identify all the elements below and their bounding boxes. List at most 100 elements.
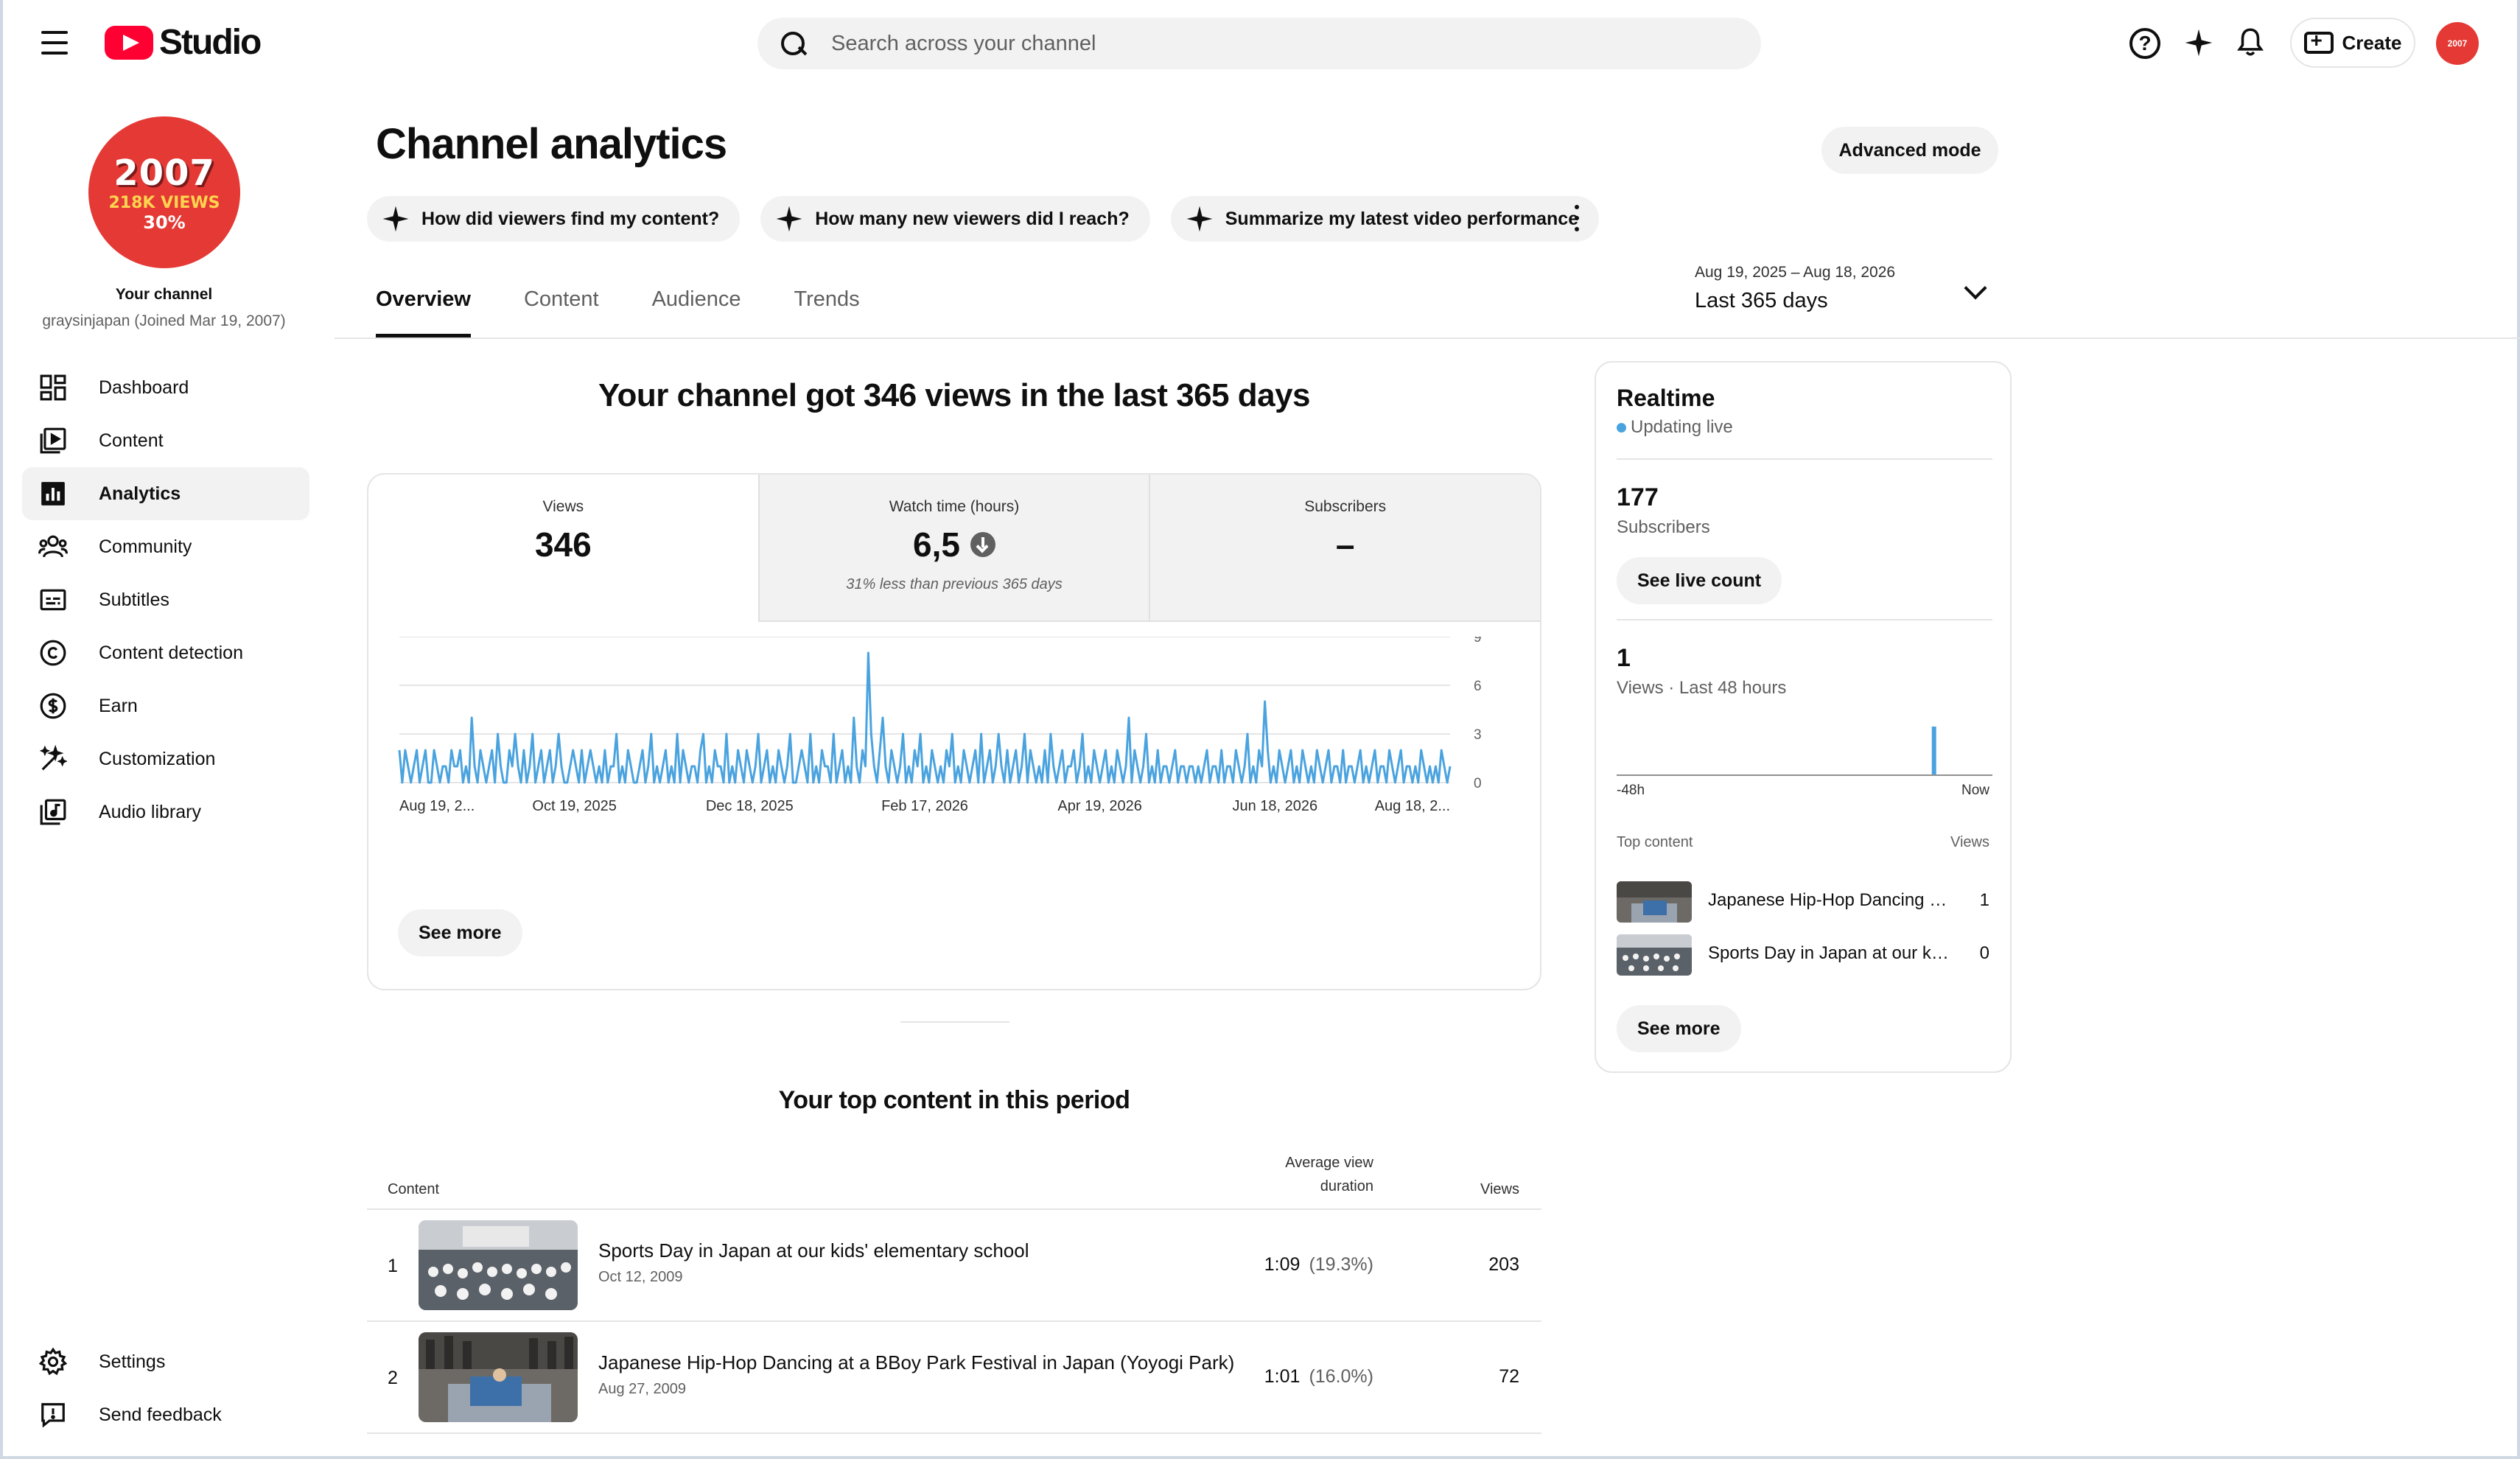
youtube-play-icon — [105, 25, 153, 60]
column-header-content: Content — [388, 1181, 440, 1197]
advanced-mode-button[interactable]: Advanced mode — [1821, 127, 1998, 174]
sidebar-item-earn[interactable]: Earn — [22, 679, 309, 732]
realtime-see-more-button[interactable]: See more — [1617, 1005, 1741, 1052]
x-tick-label: Oct 19, 2025 — [532, 798, 617, 814]
search-bar[interactable] — [757, 18, 1761, 69]
realtime-item-views: 1 — [1979, 890, 1989, 910]
metric-subscribers[interactable]: Subscribers – — [1149, 475, 1540, 622]
video-date: Oct 12, 2009 — [598, 1269, 683, 1285]
tab-overview[interactable]: Overview — [376, 287, 471, 337]
realtime-views-value: 1 — [1617, 644, 1631, 672]
realtime-subscribers-value: 177 — [1617, 483, 1659, 511]
sidebar-item-community[interactable]: Community — [22, 520, 309, 573]
search-icon[interactable] — [780, 30, 806, 57]
realtime-axis-start: -48h — [1617, 783, 1645, 798]
video-title[interactable]: Japanese Hip-Hop Dancing at a BBoy Park … — [598, 1351, 1234, 1374]
sidebar-item-dashboard[interactable]: Dashboard — [22, 361, 309, 414]
more-options-icon[interactable] — [1569, 202, 1584, 234]
column-header-line: duration — [1320, 1178, 1373, 1194]
realtime-axis-end: Now — [1961, 783, 1989, 798]
column-header-views[interactable]: Views — [1480, 1181, 1519, 1198]
video-thumbnail[interactable] — [1617, 881, 1692, 923]
chip-viewers-find[interactable]: How did viewers find my content? — [367, 196, 741, 242]
chip-label: Summarize my latest video performance — [1225, 208, 1579, 229]
sidebar-item-label: Dashboard — [99, 377, 189, 398]
sidebar-item-settings[interactable]: Settings — [22, 1335, 309, 1388]
avatar-year: 2007 — [113, 152, 215, 194]
sidebar-item-subtitles[interactable]: Subtitles — [22, 573, 309, 626]
dashboard-icon — [38, 373, 68, 402]
column-header-avg-duration[interactable]: Average view duration — [1285, 1151, 1373, 1198]
wand-icon — [38, 744, 68, 774]
tabs-divider — [335, 337, 2520, 339]
sidebar-item-customization[interactable]: Customization — [22, 732, 309, 786]
sidebar-item-label: Analytics — [99, 483, 181, 504]
sidebar-item-audio-library[interactable]: Audio library — [22, 786, 309, 839]
metric-value: 346 — [534, 525, 592, 564]
channel-handle: graysinjapan (Joined Mar 19, 2007) — [42, 312, 286, 329]
analytics-icon — [38, 479, 68, 508]
tab-content[interactable]: Content — [524, 287, 599, 337]
date-range-picker[interactable]: Aug 19, 2025 – Aug 18, 2026 Last 365 day… — [1695, 264, 2004, 315]
video-title[interactable]: Sports Day in Japan at our kids' element… — [598, 1239, 1029, 1262]
menu-icon[interactable] — [38, 28, 71, 57]
create-label: Create — [2342, 31, 2402, 54]
realtime-item-title[interactable]: Sports Day in Japan at our kids' element… — [1708, 943, 1951, 964]
sidebar-item-label: Community — [99, 536, 192, 557]
arrow-down-icon — [970, 532, 995, 557]
feedback-icon — [38, 1400, 68, 1430]
sidebar-bottom-nav: Settings Send feedback — [22, 1335, 309, 1441]
video-thumbnail[interactable] — [1617, 934, 1692, 976]
realtime-title: Realtime — [1617, 385, 1715, 411]
create-button[interactable]: Create — [2290, 18, 2415, 68]
copyright-icon — [38, 638, 68, 668]
sparkle-icon[interactable] — [2181, 25, 2216, 60]
see-live-count-button[interactable]: See live count — [1617, 557, 1782, 604]
help-icon[interactable]: ? — [2129, 28, 2160, 59]
tab-trends[interactable]: Trends — [794, 287, 860, 337]
realtime-bar — [1931, 727, 1936, 775]
metric-value-wrap: 346 — [368, 525, 758, 564]
metric-value-wrap: – — [1150, 525, 1540, 564]
y-tick-label: 0 — [1474, 776, 1482, 791]
metric-watch-time[interactable]: Watch time (hours) 6,5 31% less than pre… — [757, 475, 1149, 622]
realtime-item-title[interactable]: Japanese Hip-Hop Dancing at a BBoy Park … — [1708, 890, 1951, 911]
overview-headline: Your channel got 346 views in the last 3… — [598, 377, 1311, 413]
tab-audience[interactable]: Audience — [652, 287, 741, 337]
video-thumbnail[interactable] — [419, 1332, 578, 1422]
table-row[interactable]: 1 Sports Day in Japan at our kids' eleme… — [367, 1210, 1541, 1322]
subtitles-icon — [38, 585, 68, 615]
sidebar-item-label: Content detection — [99, 642, 243, 663]
table-row[interactable]: 2 Japanese Hip-Hop Dancing at a BBoy Par… — [367, 1322, 1541, 1434]
section-divider — [900, 1021, 1009, 1023]
y-tick-label: 6 — [1474, 679, 1482, 694]
video-thumbnail[interactable] — [419, 1220, 578, 1310]
notifications-icon[interactable] — [2233, 25, 2268, 60]
sidebar: 2007 218K VIEWS 30% Your channel graysin… — [0, 85, 332, 1456]
see-more-button[interactable]: See more — [398, 909, 522, 956]
x-tick-label: Aug 19, 2... — [399, 798, 475, 814]
top-bar: Studio ? Create 2007 — [0, 0, 2520, 85]
page-title: Channel analytics — [376, 120, 727, 168]
duration-pct: (19.3%) — [1309, 1254, 1373, 1275]
sidebar-item-content[interactable]: Content — [22, 414, 309, 467]
sidebar-item-analytics[interactable]: Analytics — [22, 467, 309, 520]
sidebar-item-feedback[interactable]: Send feedback — [22, 1388, 309, 1441]
avatar-pct: 30% — [143, 211, 186, 233]
studio-logo[interactable]: Studio — [105, 22, 262, 63]
channel-avatar[interactable]: 2007 218K VIEWS 30% — [88, 116, 240, 268]
y-tick-label: 3 — [1474, 727, 1482, 743]
duration-value: 1:01 — [1264, 1366, 1301, 1387]
search-input[interactable] — [831, 31, 1715, 56]
metric-views[interactable]: Views 346 — [368, 475, 758, 622]
realtime-views-label: Views · Last 48 hours — [1617, 678, 1787, 698]
realtime-bar-chart — [1617, 727, 1992, 776]
realtime-status: Updating live — [1617, 417, 1733, 438]
sidebar-item-content-detection[interactable]: Content detection — [22, 626, 309, 679]
sidebar-item-label: Send feedback — [99, 1404, 222, 1425]
chip-summarize[interactable]: Summarize my latest video performance — [1170, 196, 1600, 242]
account-avatar[interactable]: 2007 — [2436, 22, 2479, 65]
avg-view-duration: 1:01 (16.0%) — [1264, 1366, 1373, 1388]
chip-new-viewers[interactable]: How many new viewers did I reach? — [760, 196, 1150, 242]
video-date: Aug 27, 2009 — [598, 1381, 686, 1397]
